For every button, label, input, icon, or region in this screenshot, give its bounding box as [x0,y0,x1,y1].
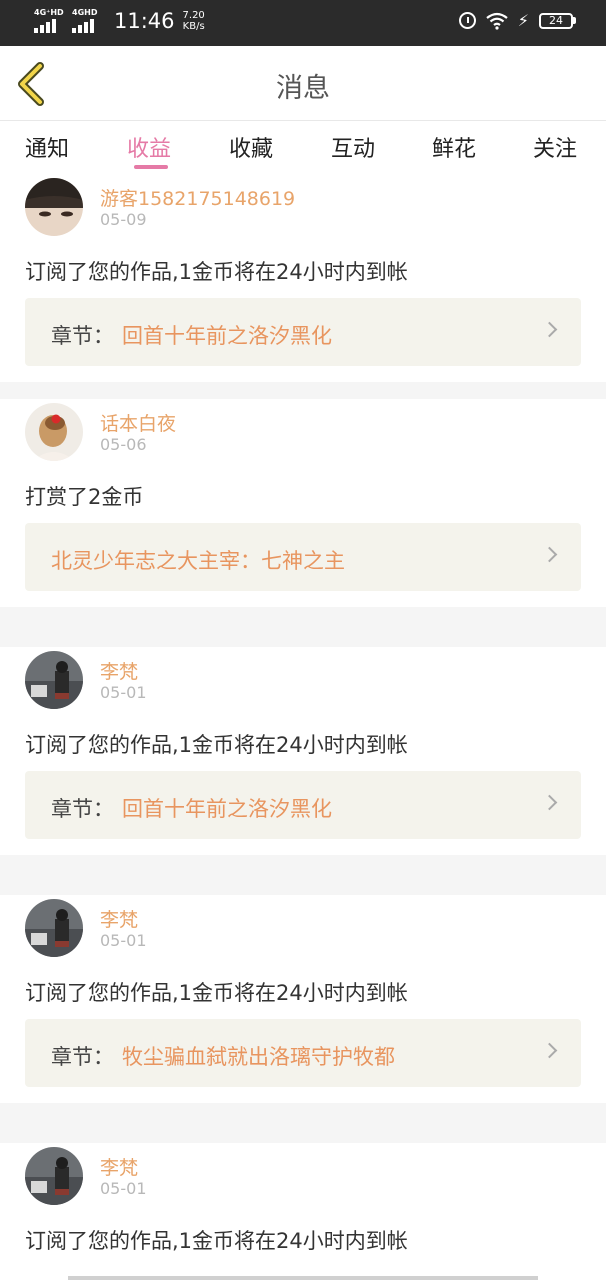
message-date: 05-06 [100,435,147,454]
wifi-icon [486,12,508,30]
username[interactable]: 李梵 [100,905,138,932]
network-speed: 7.20 KB/s [183,10,205,32]
avatar[interactable] [25,651,83,709]
message-card: 游客1582175148619 05-09 订阅了您的作品,1金币将在24小时内… [0,174,606,382]
message-card: 话本白夜 05-06 打赏了2金币 北灵少年志之大主宰：七神之主 [0,399,606,607]
avatar[interactable] [25,1147,83,1205]
chevron-right-icon [541,546,558,563]
tab-favorites[interactable]: 收藏 [229,131,273,163]
message-date: 05-01 [100,931,147,950]
network-label-1: 4G⁺HD [34,8,64,17]
tab-notifications[interactable]: 通知 [25,131,69,163]
tab-interactions[interactable]: 互动 [331,131,375,163]
scroll-indicator [68,1276,538,1280]
avatar[interactable] [25,403,83,461]
tab-earnings[interactable]: 收益 [127,131,171,163]
username[interactable]: 游客1582175148619 [100,184,295,211]
chapter-prefix: 章节： [51,324,114,348]
battery-level: 24 [539,12,573,29]
network-label-2: 4GHD [72,8,98,17]
chapter-prefix: 章节： [51,1045,114,1069]
signal-icon: 4GHD [72,9,102,33]
tab-following[interactable]: 关注 [533,131,577,163]
clock: 11:46 [114,9,175,33]
chevron-right-icon [541,794,558,811]
avatar[interactable] [25,899,83,957]
message-text: 订阅了您的作品,1金币将在24小时内到帐 [25,1229,408,1253]
message-text: 订阅了您的作品,1金币将在24小时内到帐 [25,260,408,284]
page-title: 消息 [276,73,330,104]
username[interactable]: 话本白夜 [100,409,176,436]
status-bar: 4G⁺HD 4GHD 11:46 7.20 KB/s ⚡ 24 [0,0,606,46]
username[interactable]: 李梵 [100,1153,138,1180]
chevron-right-icon [541,321,558,338]
chevron-right-icon [541,1042,558,1059]
message-date: 05-09 [100,210,147,229]
work-link[interactable]: 北灵少年志之大主宰：七神之主 [25,523,581,591]
work-title: 回首十年前之洛汐黑化 [122,324,332,348]
message-card: 李梵 05-01 订阅了您的作品,1金币将在24小时内到帐 章节： 牧尘骗血弑就… [0,895,606,1103]
network-speed-unit: KB/s [182,21,205,32]
message-date: 05-01 [100,683,147,702]
active-tab-indicator [134,165,168,169]
work-title: 北灵少年志之大主宰：七神之主 [51,549,345,573]
battery-icon: 24 [539,12,576,29]
charging-icon: ⚡ [517,11,529,30]
message-date: 05-01 [100,1179,147,1198]
tab-bar: 通知 收益 收藏 互动 鲜花 关注 [0,121,606,174]
message-text: 订阅了您的作品,1金币将在24小时内到帐 [25,733,408,757]
message-card: 李梵 05-01 订阅了您的作品,1金币将在24小时内到帐 [0,1143,606,1280]
username[interactable]: 李梵 [100,657,138,684]
header: 消息 [0,46,606,121]
work-title: 回首十年前之洛汐黑化 [122,797,332,821]
tab-flowers[interactable]: 鲜花 [432,131,476,163]
avatar[interactable] [25,178,83,236]
chapter-prefix: 章节： [51,797,114,821]
message-text: 打赏了2金币 [25,485,144,509]
work-title: 牧尘骗血弑就出洛璃守护牧都 [122,1045,395,1069]
alarm-icon [458,12,476,29]
message-card: 李梵 05-01 订阅了您的作品,1金币将在24小时内到帐 章节： 回首十年前之… [0,647,606,855]
work-link[interactable]: 章节： 牧尘骗血弑就出洛璃守护牧都 [25,1019,581,1087]
work-link[interactable]: 章节： 回首十年前之洛汐黑化 [25,298,581,366]
network-speed-value: 7.20 [182,10,205,21]
work-link[interactable]: 章节： 回首十年前之洛汐黑化 [25,771,581,839]
message-text: 订阅了您的作品,1金币将在24小时内到帐 [25,981,408,1005]
signal-icon: 4G⁺HD [34,9,64,33]
